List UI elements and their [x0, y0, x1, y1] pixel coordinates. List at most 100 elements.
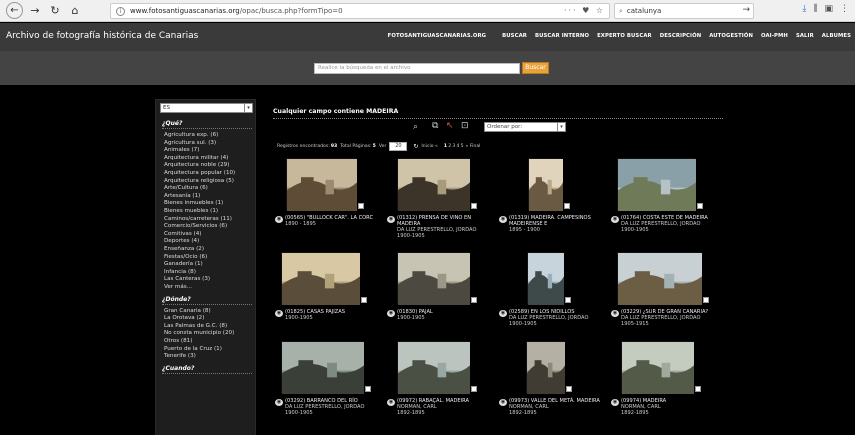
- select-checkbox[interactable]: [471, 203, 477, 209]
- card-title[interactable]: (01312) PRENSA DE VINO EN MADEIRA: [397, 215, 471, 227]
- camera-icon[interactable]: ◉: [387, 310, 395, 317]
- card-title[interactable]: (01319) MADEIRA. CAMPESINOS MADEIRENSE E: [509, 215, 591, 227]
- nav-item[interactable]: BUSCAR: [502, 33, 527, 39]
- thumbnail-frame[interactable]: [617, 252, 702, 305]
- select-checkbox[interactable]: [566, 386, 572, 392]
- facet-item[interactable]: Animales (7): [164, 147, 199, 153]
- photo-thumbnail[interactable]: [618, 253, 702, 305]
- language-select[interactable]: ES ▾: [160, 103, 253, 113]
- facet-item[interactable]: Ver más...: [164, 284, 192, 290]
- select-checkbox[interactable]: [565, 297, 571, 303]
- facet-item[interactable]: Deportes (4): [164, 238, 199, 244]
- search-button[interactable]: Buscar: [522, 62, 549, 74]
- photo-thumbnail[interactable]: [398, 253, 470, 305]
- facet-item[interactable]: Puerto de la Cruz (1): [164, 346, 222, 352]
- photo-thumbnail[interactable]: [618, 159, 696, 211]
- thumbnail-frame[interactable]: [527, 252, 564, 305]
- url-bar[interactable]: i www.fotosantiguascanarias.org /opac/bu…: [110, 3, 610, 19]
- thumbnail-frame[interactable]: [528, 158, 563, 211]
- nav-item[interactable]: OAI-PMH: [761, 33, 788, 39]
- nav-item[interactable]: FOTOSANTIGUASCANARIAS.ORG: [388, 33, 487, 39]
- facet-item[interactable]: Caminos/carreteras (11): [164, 216, 232, 222]
- thumbnail-frame[interactable]: [617, 158, 696, 211]
- camera-icon[interactable]: ◉: [275, 310, 283, 317]
- info-icon[interactable]: i: [116, 6, 125, 16]
- camera-icon[interactable]: ◉: [611, 310, 619, 317]
- page-link[interactable]: 4: [456, 144, 459, 149]
- camera-icon[interactable]: ◉: [499, 310, 507, 317]
- camera-icon[interactable]: ◉: [499, 399, 507, 406]
- nav-item[interactable]: BUSCAR INTERNO: [535, 33, 589, 39]
- facet-item[interactable]: Artesanía (1): [164, 193, 200, 199]
- refresh-icon[interactable]: ↻: [413, 143, 418, 150]
- thumbnail-frame[interactable]: [397, 158, 470, 211]
- page-link[interactable]: 3: [452, 144, 455, 149]
- photo-thumbnail[interactable]: [398, 159, 470, 211]
- archive-search-input[interactable]: Realice la búsqueda en el archivo: [314, 63, 520, 74]
- back-button[interactable]: ←: [6, 2, 23, 19]
- facet-item[interactable]: Agricultura exp. (6): [164, 132, 218, 138]
- photo-thumbnail[interactable]: [282, 342, 364, 394]
- photo-thumbnail[interactable]: [527, 342, 565, 394]
- end-link[interactable]: » Final: [466, 144, 481, 149]
- select-checkbox[interactable]: [358, 203, 364, 209]
- select-checkbox[interactable]: [564, 203, 570, 209]
- order-by-select[interactable]: Ordenar por: ▾: [484, 122, 566, 132]
- facet-item[interactable]: Infancia (8): [164, 269, 196, 275]
- facet-item[interactable]: La Orotava (2): [164, 315, 204, 321]
- facet-item[interactable]: Arquitectura religiosa (5): [164, 178, 234, 184]
- nav-item[interactable]: AUTOGESTIÓN: [709, 33, 753, 39]
- photo-thumbnail[interactable]: [529, 159, 563, 211]
- facet-item[interactable]: Arquitectura militar (4): [164, 155, 228, 161]
- facet-item[interactable]: Las Canteras (3): [164, 276, 210, 282]
- facet-item[interactable]: Bienes inmuebles (1): [164, 200, 223, 206]
- photo-thumbnail[interactable]: [398, 342, 470, 394]
- select-checkbox[interactable]: [361, 297, 367, 303]
- thumbnail-frame[interactable]: [621, 341, 694, 394]
- thumbnail-frame[interactable]: [286, 158, 357, 211]
- photo-thumbnail[interactable]: [528, 253, 564, 305]
- facet-item[interactable]: Agricultura sul. (3): [164, 140, 216, 146]
- page-link[interactable]: 2: [448, 144, 451, 149]
- camera-icon[interactable]: ◉: [499, 216, 507, 223]
- thumbnail-frame[interactable]: [281, 341, 364, 394]
- reload-button[interactable]: ↻: [47, 3, 63, 19]
- facet-item[interactable]: Otros (81): [164, 338, 192, 344]
- photo-thumbnail[interactable]: [282, 253, 360, 305]
- page-link[interactable]: 5: [461, 144, 464, 149]
- cursor-icon[interactable]: ↖: [446, 121, 454, 131]
- facet-item[interactable]: No consta municipio (20): [164, 330, 234, 336]
- facet-item[interactable]: Las Palmas de G.C. (8): [164, 323, 227, 329]
- thumbnail-frame[interactable]: [526, 341, 565, 394]
- facet-item[interactable]: Fiestas/Ocio (6): [164, 254, 207, 260]
- facet-item[interactable]: Arte/Cultura (6): [164, 185, 208, 191]
- facet-item[interactable]: Arquitectura popular (10): [164, 170, 235, 176]
- thumbnail-frame[interactable]: [397, 341, 470, 394]
- camera-icon[interactable]: ◉: [275, 399, 283, 406]
- page-actions-icon[interactable]: ··· ♥ ☆: [564, 6, 605, 15]
- facet-item[interactable]: Comercio/Servicios (6): [164, 223, 227, 229]
- nav-item[interactable]: EXPERTO BUSCAR: [597, 33, 652, 39]
- facet-item[interactable]: Arquitectura noble (29): [164, 162, 229, 168]
- home-icon[interactable]: ⌂: [67, 3, 83, 19]
- select-checkbox[interactable]: [697, 203, 703, 209]
- facet-item[interactable]: Gran Canaria (8): [164, 308, 211, 314]
- library-icon[interactable]: ⫼: [813, 4, 817, 14]
- menu-icon[interactable]: ⋮: [840, 4, 849, 14]
- camera-icon[interactable]: ◉: [387, 399, 395, 406]
- select-checkbox[interactable]: [471, 297, 477, 303]
- camera-icon[interactable]: ◉: [275, 216, 283, 223]
- photo-thumbnail[interactable]: [287, 159, 357, 211]
- select-checkbox[interactable]: [695, 386, 701, 392]
- selection-icon[interactable]: ⧉: [432, 121, 438, 131]
- camera-icon[interactable]: ◉: [611, 216, 619, 223]
- nav-item[interactable]: SALIR: [796, 33, 814, 39]
- photo-thumbnail[interactable]: [622, 342, 694, 394]
- select-checkbox[interactable]: [703, 297, 709, 303]
- facet-item[interactable]: Bienes muebles (1): [164, 208, 218, 214]
- select-checkbox[interactable]: [471, 386, 477, 392]
- facet-item[interactable]: Ganadería (1): [164, 261, 203, 267]
- select-checkbox[interactable]: [365, 386, 371, 392]
- site-title[interactable]: Archivo de fotografía histórica de Canar…: [6, 31, 198, 41]
- thumbnail-frame[interactable]: [397, 252, 470, 305]
